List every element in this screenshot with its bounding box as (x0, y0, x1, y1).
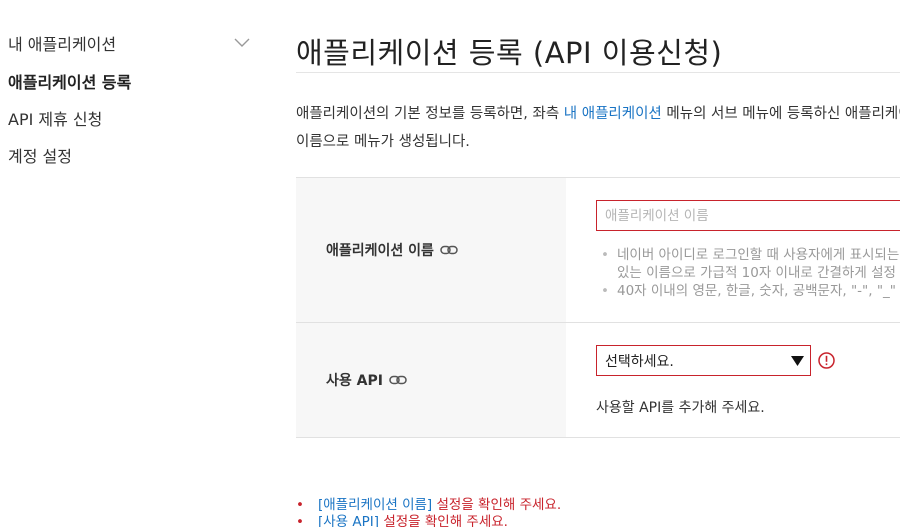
error-field-link-app-name[interactable]: [애플리케이션 이름] (318, 497, 432, 513)
validation-error-item: [사용 API] 설정을 확인해 주세요. (296, 514, 561, 527)
error-message: 설정을 확인해 주세요. (432, 497, 562, 513)
app-name-label-cell: 애플리케이션 이름 (296, 178, 566, 322)
my-applications-link[interactable]: 내 애플리케이션 (564, 106, 662, 122)
api-help-text: 사용할 API를 추가해 주세요. (596, 400, 765, 416)
link-icon[interactable] (389, 374, 407, 386)
api-label-cell: 사용 API (296, 323, 566, 437)
form-row-app-name: 애플리케이션 이름 네이버 아이디로 로그인할 때 사용자에게 표시되는 있는 … (296, 178, 900, 323)
sidebar-item-register-app[interactable]: 애플리케이션 등록 (8, 69, 131, 93)
api-select-value: 선택하세요. (605, 353, 674, 370)
api-label: 사용 API (326, 373, 383, 389)
caret-down-icon (791, 355, 804, 366)
main-content: 애플리케이션 등록 (API 이용신청) 애플리케이션의 기본 정보를 등록하면… (296, 0, 900, 527)
sidebar-item-api-partnership[interactable]: API 제휴 신청 (8, 106, 102, 130)
help-item-continued: 있는 이름으로 가급적 10자 이내로 간결하게 설정 (617, 265, 896, 281)
sidebar-section-my-applications[interactable]: 내 애플리케이션 (8, 32, 252, 54)
api-select-cell: 선택하세요. 사용할 API를 추가해 주세요. (566, 323, 900, 437)
app-name-input-cell: 네이버 아이디로 로그인할 때 사용자에게 표시되는 있는 이름으로 가급적 1… (566, 178, 900, 322)
app-name-help-list: 네이버 아이디로 로그인할 때 사용자에게 표시되는 있는 이름으로 가급적 1… (599, 246, 900, 300)
title-divider (296, 72, 900, 73)
form-row-api: 사용 API 선택하세요. 사용할 API를 추가해 주세요. (296, 323, 900, 438)
api-select[interactable]: 선택하세요. (596, 345, 811, 376)
error-field-link-api[interactable]: [사용 API] (318, 514, 379, 527)
error-message: 설정을 확인해 주세요. (379, 514, 508, 527)
link-icon[interactable] (440, 244, 458, 256)
error-alert-icon (818, 352, 835, 369)
validation-error-list: [애플리케이션 이름] 설정을 확인해 주세요. [사용 API] 설정을 확인… (296, 497, 561, 527)
page-description: 애플리케이션의 기본 정보를 등록하면, 좌측 내 애플리케이션 메뉴의 서브 … (296, 100, 900, 156)
page-title: 애플리케이션 등록 (API 이용신청) (296, 36, 723, 70)
validation-error-item: [애플리케이션 이름] 설정을 확인해 주세요. (296, 497, 561, 514)
help-item: 네이버 아이디로 로그인할 때 사용자에게 표시되는 (599, 246, 900, 264)
description-text-before: 애플리케이션의 기본 정보를 등록하면, 좌측 (296, 106, 564, 122)
registration-form: 애플리케이션 이름 네이버 아이디로 로그인할 때 사용자에게 표시되는 있는 … (296, 177, 900, 438)
chevron-down-icon (234, 38, 250, 47)
help-item: 40자 이내의 영문, 한글, 숫자, 공백문자, "-", "_" (599, 282, 900, 300)
app-name-input[interactable] (596, 200, 900, 231)
sidebar: 내 애플리케이션 애플리케이션 등록 API 제휴 신청 계정 설정 (0, 0, 260, 527)
sidebar-item-account-settings[interactable]: 계정 설정 (8, 143, 72, 167)
app-name-label: 애플리케이션 이름 (326, 243, 434, 259)
sidebar-section-label: 내 애플리케이션 (8, 35, 117, 54)
